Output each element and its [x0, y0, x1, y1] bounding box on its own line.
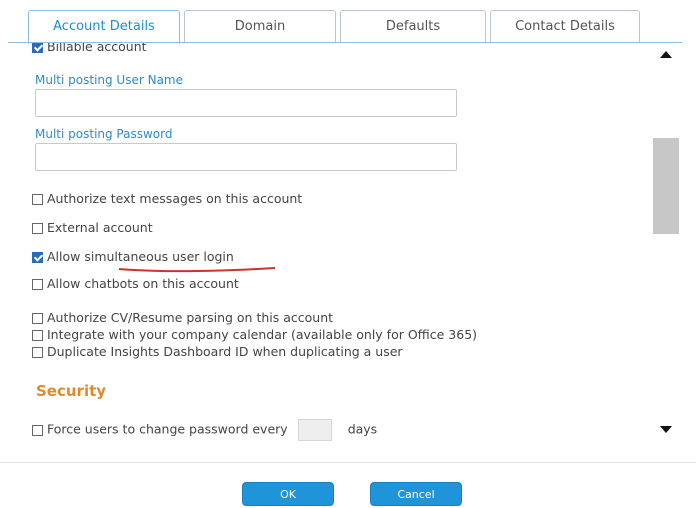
multi-password-label: Multi posting Password	[35, 127, 173, 141]
footer-divider	[0, 462, 696, 463]
billable-account-checkbox[interactable]	[32, 43, 43, 53]
billable-account-row[interactable]: Billable account	[32, 43, 147, 54]
chatbots-checkbox[interactable]	[32, 279, 43, 290]
calendar-checkbox[interactable]	[32, 330, 43, 341]
option-row[interactable]: Duplicate Insights Dashboard ID when dup…	[32, 344, 403, 359]
option-label: Authorize CV/Resume parsing on this acco…	[47, 310, 334, 325]
tab-bar: Account Details Domain Defaults Contact …	[0, 0, 696, 44]
text-messages-checkbox[interactable]	[32, 194, 43, 205]
tab-domain[interactable]: Domain	[184, 10, 336, 42]
tab-defaults[interactable]: Defaults	[340, 10, 486, 42]
external-account-checkbox[interactable]	[32, 223, 43, 234]
simultaneous-login-checkbox[interactable]	[32, 252, 43, 263]
days-unit-label: days	[347, 421, 378, 437]
option-label: Integrate with your company calendar (av…	[47, 327, 478, 342]
option-label: Allow chatbots on this account	[47, 276, 239, 291]
force-password-row[interactable]: Force users to change password every days	[32, 419, 377, 441]
vertical-scrollbar[interactable]	[651, 43, 681, 451]
tab-account-details[interactable]: Account Details	[28, 10, 180, 44]
option-label: External account	[47, 220, 153, 235]
ok-button[interactable]: OK	[242, 482, 334, 506]
tab-contact-details[interactable]: Contact Details	[490, 10, 640, 42]
option-label: Authorize text messages on this account	[47, 191, 303, 206]
cancel-button[interactable]: Cancel	[370, 482, 462, 506]
multi-password-input[interactable]	[35, 143, 457, 171]
multi-user-label: Multi posting User Name	[35, 73, 184, 87]
scroll-up-icon[interactable]	[660, 51, 672, 58]
cv-parsing-checkbox[interactable]	[32, 313, 43, 324]
account-details-panel: Billable account Multi posting User Name…	[8, 43, 650, 451]
scroll-down-icon[interactable]	[660, 426, 672, 433]
option-row[interactable]: External account	[32, 220, 153, 235]
insights-dashboard-checkbox[interactable]	[32, 347, 43, 358]
option-label: Allow simultaneous user login	[47, 249, 234, 264]
scrollbar-thumb[interactable]	[653, 138, 679, 234]
days-input[interactable]	[297, 419, 332, 441]
option-row[interactable]: Integrate with your company calendar (av…	[32, 327, 477, 342]
option-row[interactable]: Authorize text messages on this account	[32, 191, 302, 206]
security-heading: Security	[36, 382, 107, 400]
option-label: Duplicate Insights Dashboard ID when dup…	[47, 344, 403, 359]
force-password-checkbox[interactable]	[32, 424, 43, 436]
force-password-label: Force users to change password every	[47, 421, 288, 437]
option-row[interactable]: Allow chatbots on this account	[32, 276, 239, 291]
option-row[interactable]: Authorize CV/Resume parsing on this acco…	[32, 310, 333, 325]
billable-account-label: Billable account	[47, 43, 147, 54]
option-row[interactable]: Allow simultaneous user login	[32, 249, 234, 264]
multi-user-input[interactable]	[35, 89, 457, 117]
